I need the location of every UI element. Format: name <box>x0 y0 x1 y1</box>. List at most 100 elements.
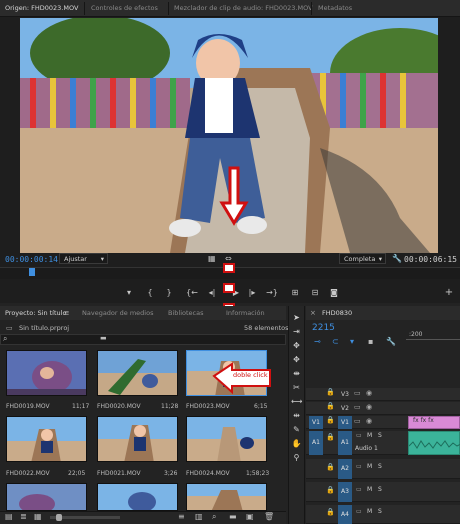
source-patch-v1[interactable]: V1 <box>309 416 323 429</box>
find-icon[interactable]: ⌕ <box>212 512 216 522</box>
clip-thumbnail[interactable] <box>97 416 178 462</box>
clip-thumbnail[interactable] <box>97 350 178 396</box>
new-bin-icon[interactable]: ▬ <box>229 512 237 521</box>
quality-dropdown[interactable]: Completa ▾ <box>339 253 386 264</box>
track-select-icon[interactable]: ⇥ <box>291 326 302 337</box>
camera-icon[interactable]: ◙ <box>328 288 340 297</box>
eye-icon[interactable]: ◉ <box>366 403 372 411</box>
clip-thumbnail[interactable] <box>186 416 267 462</box>
source-patch-a1[interactable]: A1 <box>309 431 323 455</box>
track-label[interactable]: A2 <box>338 459 352 479</box>
lock-icon[interactable]: ▤ <box>5 512 13 521</box>
automate-icon[interactable]: ▥ <box>195 512 203 521</box>
solo-button[interactable]: S <box>378 463 382 470</box>
add-button-icon[interactable]: + <box>443 287 455 298</box>
ripple-edit-icon[interactable]: ✥ <box>291 340 302 351</box>
timeline-timecode[interactable]: 2215 <box>312 323 335 333</box>
zoom-icon[interactable]: ⚲ <box>291 452 302 463</box>
mute-button[interactable]: M <box>367 508 372 515</box>
clip-thumbnail[interactable] <box>6 483 87 511</box>
clip-thumbnail[interactable] <box>6 416 87 462</box>
pen-icon[interactable]: ✎ <box>291 424 302 435</box>
trash-icon[interactable]: 🗑 <box>264 512 274 521</box>
slide-icon[interactable]: ⇹ <box>291 410 302 421</box>
mute-button[interactable]: M <box>367 432 372 439</box>
snap-icon[interactable]: ⊸ <box>314 337 321 346</box>
track-label[interactable]: A4 <box>338 505 352 524</box>
sync-icon[interactable]: ▭ <box>356 463 362 470</box>
tab-info[interactable]: Información <box>226 306 265 320</box>
lock-icon[interactable]: 🔒 <box>326 388 335 396</box>
tab-source[interactable]: Origen: FHD0023.MOV <box>5 0 78 17</box>
lock-icon[interactable]: 🔒 <box>326 433 335 441</box>
tab-metadata[interactable]: Metadatos <box>318 0 352 17</box>
solo-button[interactable]: S <box>378 508 382 515</box>
mute-button[interactable]: M <box>367 463 372 470</box>
insert-icon[interactable]: ⊞ <box>289 288 301 297</box>
step-back-icon[interactable]: ◂| <box>206 288 218 297</box>
sequence-tab[interactable]: FHD0830 <box>322 309 352 317</box>
rolling-edit-icon[interactable]: ✥ <box>291 354 302 365</box>
zoom-slider-handle[interactable] <box>56 514 62 521</box>
clip-thumbnail[interactable] <box>6 350 87 396</box>
new-item-icon[interactable]: ▣ <box>246 512 254 521</box>
search-input[interactable] <box>0 334 286 345</box>
sync-icon[interactable]: ▭ <box>354 417 361 425</box>
sync-icon[interactable]: ▭ <box>356 486 362 493</box>
lock-icon[interactable]: 🔒 <box>326 508 335 516</box>
clip-thumbnail[interactable] <box>186 483 267 511</box>
rate-stretch-icon[interactable]: ⇼ <box>291 368 302 379</box>
lock-icon[interactable]: 🔒 <box>326 416 335 424</box>
overwrite-icon[interactable]: ⊟ <box>309 288 321 297</box>
menu-icon[interactable]: ≡ <box>64 306 69 320</box>
track-label[interactable]: A1 <box>338 431 352 455</box>
mute-button[interactable]: M <box>367 486 372 493</box>
lock-icon[interactable]: 🔒 <box>326 402 335 410</box>
sync-icon[interactable]: ▭ <box>356 508 362 515</box>
audio-clip[interactable] <box>408 431 460 455</box>
wrench-icon[interactable]: 🔧 <box>392 254 402 263</box>
playhead[interactable] <box>29 268 35 276</box>
settings-icon[interactable]: ▪ <box>368 337 373 346</box>
add-marker-icon[interactable]: ▾ <box>350 337 354 346</box>
sync-icon[interactable]: ▭ <box>354 389 361 397</box>
solo-button[interactable]: S <box>378 432 382 439</box>
go-to-in-icon[interactable]: {← <box>186 288 198 297</box>
source-timecode-in[interactable]: 00:00:00:14 <box>5 255 58 264</box>
mark-in-icon[interactable]: { <box>144 288 156 297</box>
tab-media-browser[interactable]: Navegador de medios <box>82 306 153 320</box>
eye-icon[interactable]: ◉ <box>366 389 372 397</box>
sync-icon[interactable]: ▭ <box>356 432 362 439</box>
lock-icon[interactable]: 🔒 <box>326 463 335 471</box>
track-label[interactable]: V3 <box>338 388 352 401</box>
track-label[interactable]: V2 <box>338 402 352 415</box>
tab-libraries[interactable]: Bibliotecas <box>168 306 203 320</box>
wrench-icon[interactable]: 🔧 <box>386 337 396 346</box>
tab-effect-controls[interactable]: Controles de efectos <box>91 0 158 17</box>
hand-icon[interactable]: ✋ <box>291 438 302 449</box>
tab-project[interactable]: Proyecto: Sin título <box>5 306 66 320</box>
clip-thumbnail[interactable] <box>97 483 178 511</box>
close-icon[interactable]: × <box>310 309 316 317</box>
tab-audio-clip-mixer[interactable]: Mezclador de clip de audio: FHD0023.MOV <box>174 0 313 17</box>
track-label[interactable]: V1 <box>338 416 352 429</box>
razor-icon[interactable]: ✂ <box>291 382 302 393</box>
slip-icon[interactable]: ⟷ <box>291 396 302 407</box>
eye-icon[interactable]: ◉ <box>366 417 372 425</box>
track-label[interactable]: A3 <box>338 482 352 502</box>
add-marker-icon[interactable]: ▾ <box>123 288 135 297</box>
mark-out-icon[interactable]: } <box>163 288 175 297</box>
time-ruler[interactable] <box>406 339 460 345</box>
safe-margins-icon[interactable]: ▦ <box>208 254 216 263</box>
linked-icon[interactable]: ⊂ <box>332 337 339 346</box>
icon-view-icon[interactable]: ▦ <box>34 512 42 521</box>
selection-tool-icon[interactable]: ➤ <box>291 312 302 323</box>
video-frame[interactable] <box>20 18 438 253</box>
step-forward-icon[interactable]: |▸ <box>246 288 258 297</box>
fit-dropdown[interactable]: Ajustar ▾ <box>59 253 108 264</box>
sort-icon[interactable]: ≡ <box>178 512 185 521</box>
list-view-icon[interactable]: ≣ <box>20 512 27 521</box>
sync-icon[interactable]: ▭ <box>354 403 361 411</box>
folder-icon[interactable]: ▬ <box>100 334 107 342</box>
go-to-out-icon[interactable]: →} <box>266 288 278 297</box>
